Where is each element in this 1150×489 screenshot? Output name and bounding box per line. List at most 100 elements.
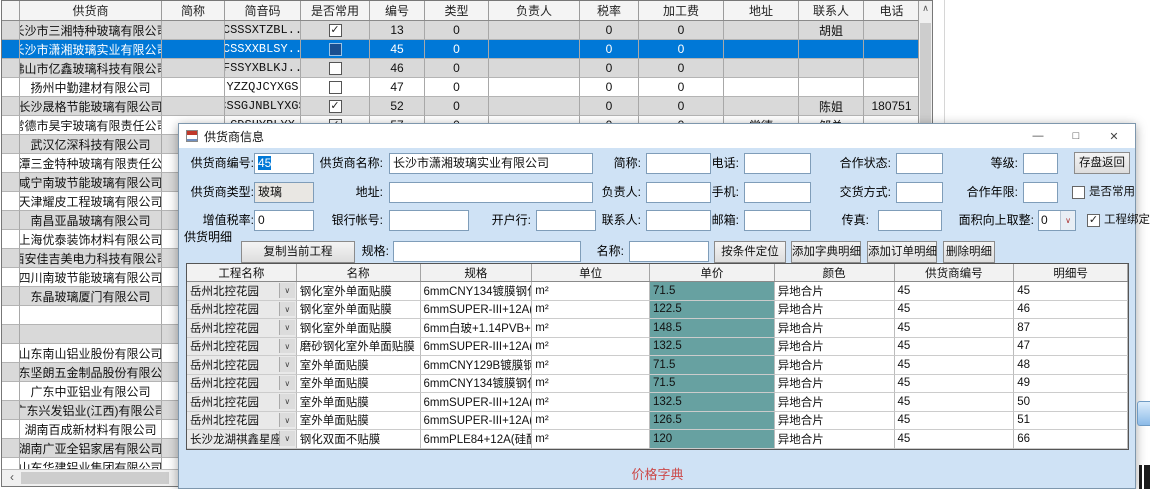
background-window-fragment-button[interactable] [1137, 401, 1150, 426]
combo-arrow-icon[interactable]: ∨ [279, 394, 295, 409]
detail-row[interactable]: 岳州北控花园∨钢化室外单面贴膜6mm白玻+1.14PVB+6mm..m²148.… [187, 319, 1128, 338]
mobile-input[interactable] [744, 182, 811, 203]
area-round-dropdown[interactable]: 0∨ [1038, 210, 1076, 231]
common-checkbox[interactable] [329, 62, 342, 75]
supplier-no-input[interactable]: 45 [254, 153, 314, 174]
vat-input[interactable]: 0 [254, 210, 314, 231]
detail-row[interactable]: 岳州北控花园∨钢化室外单面贴膜6mmCNY134镀膜钢化m²71.5异地合片45… [187, 282, 1128, 301]
col-supplier-no[interactable]: 供货商编号 [895, 264, 1015, 281]
col-project[interactable]: 工程名称 [187, 264, 297, 281]
supplier-row[interactable]: 长沙晟格节能玻璃有限公司CSSGJNBLYXGS✓52000陈姐180751 [2, 97, 932, 116]
combo-arrow-icon[interactable]: ∨ [279, 413, 295, 428]
detail-row[interactable]: 岳州北控花园∨室外单面贴膜6mmCNY129B镀膜钢化m²71.5异地合片454… [187, 356, 1128, 375]
supplier-name-input[interactable]: 长沙市潇湘玻璃实业有限公司 [389, 153, 593, 174]
project-combo[interactable]: 岳州北控花园∨ [187, 338, 297, 357]
project-combo[interactable]: 岳州北控花园∨ [187, 282, 297, 301]
common-checkbox[interactable]: ✓ [329, 24, 342, 37]
save-return-button[interactable]: 存盘返回 [1074, 152, 1130, 174]
common-use-checkbox[interactable] [1072, 186, 1085, 199]
dropdown-arrow-icon[interactable]: ∨ [1060, 211, 1075, 230]
coop-status-input[interactable] [896, 153, 943, 174]
combo-arrow-icon[interactable]: ∨ [279, 357, 295, 372]
grade-input[interactable] [1023, 153, 1058, 174]
supplier-type-input[interactable]: 玻璃 [254, 182, 314, 203]
col-id[interactable]: 编号 [370, 1, 425, 20]
unit-price-cell[interactable]: 126.5 [650, 412, 775, 431]
col-spec[interactable]: 规格 [421, 264, 533, 281]
supplier-row-selected[interactable]: 长沙市潇湘玻璃实业有限公司CSSXXBLSY..45000 [2, 40, 932, 59]
col-contact[interactable]: 联系人 [799, 1, 864, 20]
supplier-row[interactable]: 长沙市三湘特种玻璃有限公司CSSSXTZBL..✓13000胡姐 [2, 21, 932, 40]
combo-arrow-icon[interactable]: ∨ [279, 283, 295, 298]
dialog-titlebar[interactable]: 供货商信息 — □ ✕ [179, 124, 1135, 148]
scroll-up-icon[interactable]: ∧ [919, 1, 932, 17]
common-checkbox[interactable] [329, 43, 342, 56]
unit-price-cell[interactable]: 71.5 [650, 375, 775, 394]
project-combo[interactable]: 长沙龙湖祺鑫星座∨ [187, 430, 297, 449]
col-name[interactable]: 名称 [297, 264, 421, 281]
col-detail-no[interactable]: 明细号 [1014, 264, 1128, 281]
col-code[interactable]: 简音码 [225, 1, 301, 20]
maximize-button[interactable]: □ [1057, 124, 1095, 148]
close-button[interactable]: ✕ [1095, 124, 1133, 148]
project-combo[interactable]: 岳州北控花园∨ [187, 412, 297, 431]
detail-row[interactable]: 岳州北控花园∨室外单面贴膜6mmCNY134镀膜钢化m²71.5异地合片4549 [187, 375, 1128, 394]
common-checkbox[interactable] [329, 81, 342, 94]
combo-arrow-icon[interactable]: ∨ [279, 302, 295, 317]
combo-arrow-icon[interactable]: ∨ [279, 431, 295, 446]
detail-row[interactable]: 岳州北控花园∨室外单面贴膜6mmSUPER-III+12A(硅..m²126.5… [187, 412, 1128, 431]
email-input[interactable] [744, 210, 811, 231]
col-unit[interactable]: 单位 [532, 264, 650, 281]
delete-detail-button[interactable]: 删除明细 [943, 241, 995, 263]
combo-arrow-icon[interactable]: ∨ [279, 376, 295, 391]
col-supplier[interactable]: 供货商 [20, 1, 162, 20]
project-combo[interactable]: 岳州北控花园∨ [187, 356, 297, 375]
address-input[interactable] [389, 182, 593, 203]
unit-price-cell[interactable]: 148.5 [650, 319, 775, 338]
unit-price-cell[interactable]: 132.5 [650, 393, 775, 412]
project-combo[interactable]: 岳州北控花园∨ [187, 375, 297, 394]
unit-price-cell[interactable]: 71.5 [650, 356, 775, 375]
col-addr[interactable]: 地址 [724, 1, 799, 20]
unit-price-cell[interactable]: 120 [650, 430, 775, 449]
project-combo[interactable]: 岳州北控花园∨ [187, 301, 297, 320]
locate-by-condition-button[interactable]: 按条件定位 [714, 241, 786, 263]
detail-row[interactable]: 岳州北控花园∨钢化室外单面贴膜6mmSUPER-III+12A(硅..m²122… [187, 301, 1128, 320]
common-checkbox[interactable]: ✓ [329, 100, 342, 113]
scrollbar-thumb[interactable] [21, 472, 169, 484]
copy-project-button[interactable]: 复制当前工程 [241, 241, 355, 263]
add-dict-detail-button[interactable]: 添加字典明细 [791, 241, 861, 263]
col-color[interactable]: 颜色 [775, 264, 895, 281]
supplier-row[interactable]: 扬州中勤建材有限公司YZZQJCYXGS47000 [2, 78, 932, 97]
add-order-detail-button[interactable]: 添加订单明细 [867, 241, 937, 263]
detail-row[interactable]: 岳州北控花园∨室外单面贴膜6mmSUPER-III+12A(硅..m²132.5… [187, 393, 1128, 412]
project-combo[interactable]: 岳州北控花园∨ [187, 393, 297, 412]
minimize-button[interactable]: — [1019, 124, 1057, 148]
project-bind-checkbox[interactable]: ✓ [1087, 214, 1100, 227]
col-type[interactable]: 类型 [425, 1, 489, 20]
delivery-input[interactable] [896, 182, 943, 203]
supplier-row[interactable]: 佛山市亿鑫玻璃科技有限公司FSSYXBLKJ..46000 [2, 59, 932, 78]
coop-years-input[interactable] [1023, 182, 1058, 203]
col-leader[interactable]: 负责人 [489, 1, 580, 20]
spec-filter-input[interactable] [393, 241, 581, 262]
detail-row[interactable]: 长沙龙湖祺鑫星座∨钢化双面不贴膜6mmPLE84+12A(硅酮胶..m²120异… [187, 430, 1128, 449]
col-abbr[interactable]: 简称 [162, 1, 225, 20]
combo-arrow-icon[interactable]: ∨ [279, 320, 295, 335]
name-filter-input[interactable] [629, 241, 709, 262]
unit-price-cell[interactable]: 132.5 [650, 338, 775, 357]
phone-input[interactable] [744, 153, 811, 174]
bank-no-input[interactable] [389, 210, 469, 231]
col-price[interactable]: 单价 [650, 264, 775, 281]
unit-price-cell[interactable]: 71.5 [650, 282, 775, 301]
detail-row[interactable]: 岳州北控花园∨磨砂钢化室外单面贴膜6mmSUPER-III+12A(硅..m²1… [187, 338, 1128, 357]
col-tax[interactable]: 税率 [580, 1, 639, 20]
combo-arrow-icon[interactable]: ∨ [279, 339, 295, 354]
col-fee[interactable]: 加工费 [639, 1, 724, 20]
unit-price-cell[interactable]: 122.5 [650, 301, 775, 320]
col-phone[interactable]: 电话 [864, 1, 920, 20]
col-common[interactable]: 是否常用 [301, 1, 370, 20]
fax-input[interactable] [878, 210, 942, 231]
scroll-left-icon[interactable]: ‹ [4, 470, 20, 486]
project-combo[interactable]: 岳州北控花园∨ [187, 319, 297, 338]
